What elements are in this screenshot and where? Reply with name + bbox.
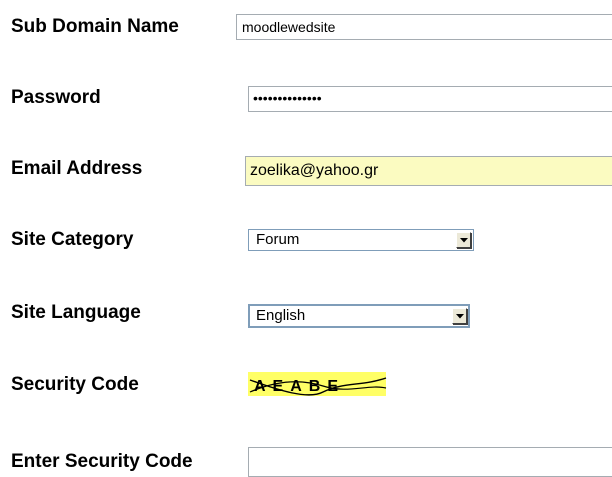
chevron-down-icon[interactable] xyxy=(456,232,471,248)
security-code-label: Security Code xyxy=(11,374,139,395)
captcha-image: AEABE xyxy=(248,372,387,396)
subdomain-input[interactable]: moodlewedsite xyxy=(236,14,612,40)
site-category-label: Site Category xyxy=(11,229,134,250)
email-input[interactable]: zoelika@yahoo.gr xyxy=(245,156,612,186)
enter-security-code-label: Enter Security Code xyxy=(11,451,193,472)
security-code-input[interactable] xyxy=(248,447,612,477)
site-language-select[interactable]: English xyxy=(248,304,470,328)
password-label: Password xyxy=(11,87,101,108)
svg-text:AEABE: AEABE xyxy=(254,378,345,395)
subdomain-label: Sub Domain Name xyxy=(11,16,179,37)
site-category-select[interactable]: Forum xyxy=(248,229,474,251)
site-category-value: Forum xyxy=(256,231,300,248)
email-label: Email Address xyxy=(11,158,143,179)
chevron-down-icon[interactable] xyxy=(452,308,467,324)
site-language-value: English xyxy=(256,307,306,324)
password-input[interactable]: •••••••••••••• xyxy=(248,86,612,112)
site-language-label: Site Language xyxy=(11,302,141,323)
